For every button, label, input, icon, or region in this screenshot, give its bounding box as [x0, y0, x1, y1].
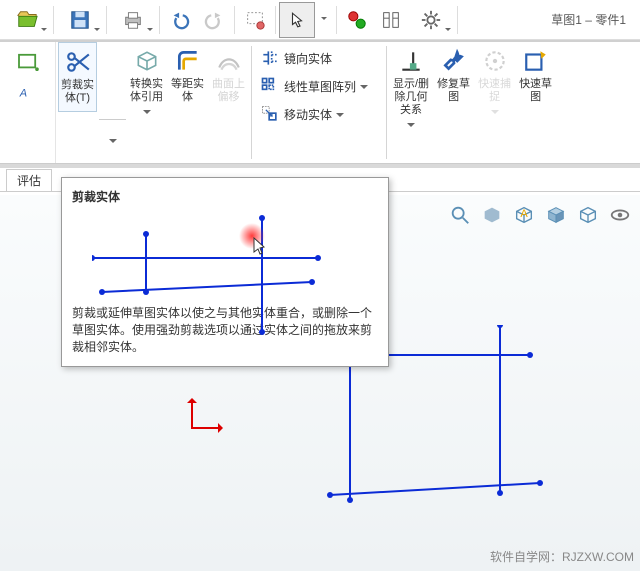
- select-button[interactable]: [279, 2, 315, 38]
- settings-button[interactable]: [409, 4, 453, 36]
- dropdown-arrow-icon: [143, 110, 151, 118]
- separator: [336, 6, 337, 34]
- quick-access-toolbar: 草图1 – 零件1: [0, 0, 640, 40]
- offset-entities-button[interactable]: 等距实 体: [167, 42, 208, 163]
- mirror-label: 镜向实体: [284, 50, 332, 67]
- text-button[interactable]: A: [17, 76, 39, 104]
- options-button[interactable]: [375, 4, 407, 36]
- rebuild-button[interactable]: [341, 4, 373, 36]
- move-entities-button[interactable]: 移动实体: [258, 100, 380, 128]
- select-dropdown[interactable]: [315, 17, 333, 23]
- scissors-icon: [62, 45, 94, 79]
- dropdown-arrow-icon: [321, 17, 327, 23]
- corner-rect-button[interactable]: [17, 48, 39, 76]
- offset-entities-label: 等距实 体: [171, 78, 204, 104]
- rapid-sketch-label: 快速草 图: [519, 78, 552, 104]
- quick-snaps-button[interactable]: 快速捕 捉: [474, 42, 515, 163]
- view-toolbar: A: [446, 201, 634, 229]
- tooltip-title: 剪裁实体: [72, 188, 378, 205]
- linear-pattern-button[interactable]: 线性草图阵列: [258, 72, 380, 100]
- selection-filter-button[interactable]: [239, 4, 271, 36]
- tooltip-sketch: [92, 212, 352, 352]
- trim-entities-dropdown[interactable]: [99, 119, 126, 159]
- print-button[interactable]: [111, 4, 155, 36]
- snap-icon: [479, 44, 511, 78]
- separator: [159, 6, 160, 34]
- repair-sketch-label: 修复草 图: [437, 78, 470, 104]
- cube-icon: [131, 44, 163, 78]
- dropdown-arrow-icon: [336, 113, 344, 121]
- relations-icon: [395, 44, 427, 78]
- dropdown-arrow-icon: [147, 28, 153, 34]
- transform-group: 镜向实体 线性草图阵列 移动实体: [254, 42, 384, 163]
- watermark: 软件自学网：RJZXW.COM: [490, 548, 634, 565]
- convert-entities-label: 转换实 体引用: [130, 78, 163, 104]
- wrench-icon: [438, 44, 470, 78]
- linear-pattern-label: 线性草图阵列: [284, 78, 356, 95]
- dropdown-arrow-icon: [94, 28, 100, 34]
- mirror-entities-button[interactable]: 镜向实体: [258, 44, 380, 72]
- open-button[interactable]: [5, 4, 49, 36]
- trim-entities-button[interactable]: 剪裁实 体(T): [58, 42, 97, 112]
- ribbon: A 剪裁实 体(T) 转换实 体引用 等距实 体 曲面上 偏移 镜向实体 线性草…: [0, 42, 640, 164]
- save-button[interactable]: [58, 4, 102, 36]
- section-view-button[interactable]: [478, 201, 506, 229]
- separator: [106, 6, 107, 34]
- display-delete-relations-label: 显示/删 除几何 关系: [393, 78, 429, 117]
- separator: [457, 6, 458, 34]
- ribbon-separator: [251, 46, 252, 159]
- display-style-button[interactable]: [542, 201, 570, 229]
- rapid-sketch-button[interactable]: 快速草 图: [515, 42, 556, 163]
- visibility-button[interactable]: [606, 201, 634, 229]
- scene-button[interactable]: [574, 201, 602, 229]
- repair-sketch-button[interactable]: 修复草 图: [433, 42, 474, 163]
- svg-text:A: A: [18, 87, 26, 99]
- dropdown-arrow-icon: [360, 85, 368, 93]
- quick-snaps-label: 快速捕 捉: [478, 78, 511, 104]
- ribbon-separator: [386, 46, 387, 159]
- trim-entities-label: 剪裁实 体(T): [61, 79, 94, 105]
- redo-button[interactable]: [198, 4, 230, 36]
- move-label: 移动实体: [284, 106, 332, 123]
- document-title: 草图1 – 零件1: [551, 11, 626, 28]
- offset-icon: [172, 44, 204, 78]
- tab-evaluate[interactable]: 评估: [6, 169, 52, 191]
- zoom-fit-button[interactable]: [446, 201, 474, 229]
- dropdown-arrow-icon: [445, 28, 451, 34]
- dropdown-arrow-icon: [407, 123, 415, 131]
- svg-text:A: A: [520, 208, 528, 220]
- dropdown-arrow-icon: [41, 28, 47, 34]
- dropdown-arrow-icon: [491, 110, 499, 118]
- rapid-sketch-icon: [520, 44, 552, 78]
- ribbon-left-column: A: [0, 42, 56, 163]
- separator: [275, 6, 276, 34]
- surface-offset-icon: [213, 44, 245, 78]
- view-orientation-button[interactable]: A: [510, 201, 538, 229]
- trim-tooltip: 剪裁实体 剪裁或延伸草图实体以使之与其他实体重合，或删除一个草图实体。使用强劲剪…: [61, 177, 389, 367]
- display-delete-relations-button[interactable]: 显示/删 除几何 关系: [389, 42, 433, 163]
- separator: [53, 6, 54, 34]
- separator: [234, 6, 235, 34]
- offset-on-surface-button[interactable]: 曲面上 偏移: [208, 42, 249, 163]
- undo-button[interactable]: [164, 4, 196, 36]
- tab-evaluate-label: 评估: [17, 172, 41, 189]
- dropdown-arrow-icon: [109, 139, 117, 147]
- convert-entities-button[interactable]: 转换实 体引用: [126, 42, 167, 163]
- offset-on-surface-label: 曲面上 偏移: [212, 78, 245, 104]
